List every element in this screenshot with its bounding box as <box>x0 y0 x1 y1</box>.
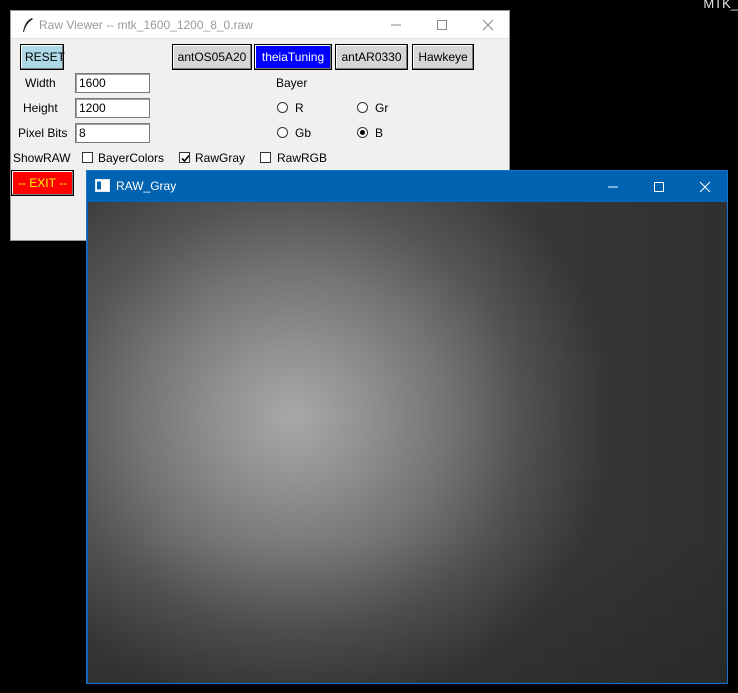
maximize-icon <box>654 181 664 192</box>
height-field[interactable] <box>75 98 150 118</box>
width-field[interactable] <box>75 73 150 93</box>
pixel-bits-field[interactable] <box>75 123 150 143</box>
exit-button[interactable]: -- EXIT -- <box>11 170 74 196</box>
bayer-b-label[interactable]: B <box>375 126 383 140</box>
close-icon <box>699 181 711 192</box>
minimize-icon <box>391 24 401 26</box>
height-label: Height <box>23 101 58 115</box>
desktop-corner-label: MTK_ <box>703 0 738 11</box>
raw-gray-close-button[interactable] <box>682 171 728 202</box>
minimize-button[interactable] <box>373 11 419 39</box>
radio-selected-dot <box>360 130 365 135</box>
bayercolors-label[interactable]: BayerColors <box>98 151 164 165</box>
window-app-icon <box>95 179 110 192</box>
width-label: Width <box>25 76 56 90</box>
close-button[interactable] <box>465 11 511 39</box>
bayercolors-checkbox[interactable] <box>82 152 93 163</box>
show-raw-label: ShowRAW <box>13 151 71 165</box>
maximize-button[interactable] <box>419 11 465 39</box>
feather-icon <box>23 18 33 32</box>
raw-viewer-titlebar[interactable]: Raw Viewer -- mtk_1600_1200_8_0.raw <box>11 11 509 39</box>
bayer-gb-radio[interactable] <box>277 127 288 138</box>
pixel-bits-label: Pixel Bits <box>18 126 68 140</box>
bayer-label: Bayer <box>276 76 308 90</box>
rawrgb-label[interactable]: RawRGB <box>277 151 327 165</box>
bayer-gr-radio[interactable] <box>357 102 368 113</box>
preset-antar0330-button[interactable]: antAR0330 <box>335 44 408 70</box>
raw-gray-window: RAW_Gray <box>86 170 728 684</box>
raw-gray-maximize-button[interactable] <box>636 171 682 202</box>
bayer-b-radio[interactable] <box>357 127 368 138</box>
raw-gray-title: RAW_Gray <box>116 179 177 193</box>
maximize-icon <box>437 20 447 30</box>
preset-antos05a20-button[interactable]: antOS05A20 <box>172 44 252 70</box>
bayer-gr-label[interactable]: Gr <box>375 101 388 115</box>
raw-viewer-title: Raw Viewer -- mtk_1600_1200_8_0.raw <box>39 18 253 32</box>
bayer-gb-label[interactable]: Gb <box>295 126 311 140</box>
raw-gray-titlebar[interactable]: RAW_Gray <box>87 171 727 202</box>
bayer-r-label[interactable]: R <box>295 101 304 115</box>
close-icon <box>482 19 494 31</box>
bayer-r-radio[interactable] <box>277 102 288 113</box>
preset-hawkeye-button[interactable]: Hawkeye <box>412 44 474 70</box>
rawrgb-checkbox[interactable] <box>260 152 271 163</box>
preset-theiatuning-button[interactable]: theiaTuning <box>254 44 332 70</box>
raw-gray-image-canvas <box>88 202 727 683</box>
rawgray-label[interactable]: RawGray <box>195 151 245 165</box>
raw-gray-minimize-button[interactable] <box>590 171 636 202</box>
rawgray-checkbox[interactable] <box>179 152 190 163</box>
reset-button[interactable]: RESET <box>20 44 65 70</box>
minimize-icon <box>608 186 618 187</box>
checkmark-icon <box>181 154 190 163</box>
